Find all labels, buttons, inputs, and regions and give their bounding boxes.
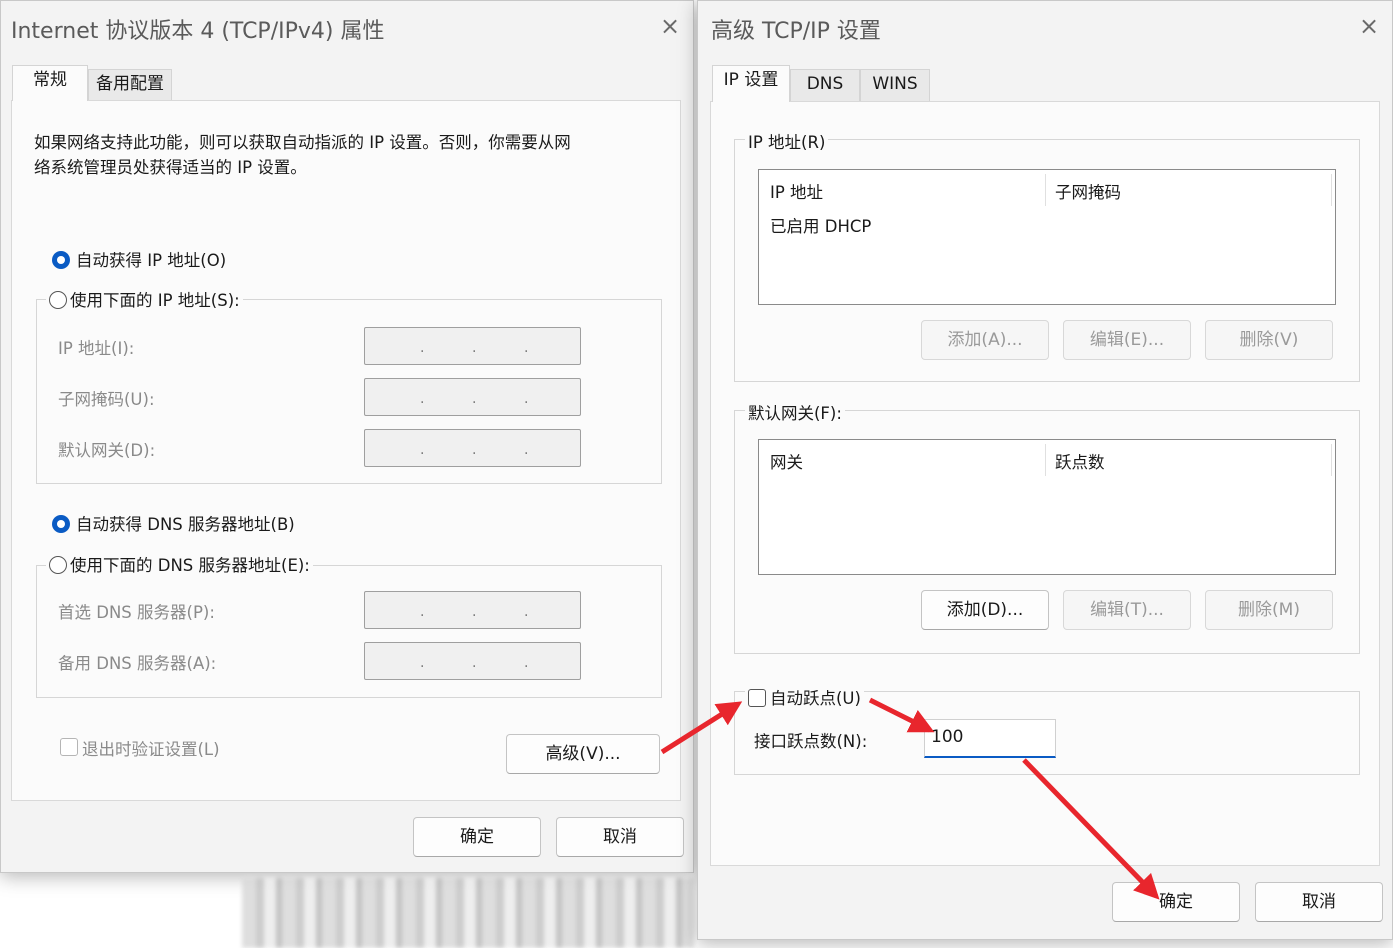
ip-address-label: IP 地址(I): — [58, 339, 135, 358]
manual-dns-radio[interactable] — [49, 556, 67, 574]
validate-on-exit-checkbox[interactable] — [60, 738, 78, 756]
manual-dns-label[interactable]: 使用下面的 DNS 服务器地址(E): — [70, 556, 310, 575]
description-line-2: 络系统管理员处获得适当的 IP 设置。 — [34, 158, 307, 177]
manual-dns-legend: 使用下面的 DNS 服务器地址(E): — [46, 552, 313, 576]
alternate-dns-field[interactable]: ... — [364, 642, 581, 680]
ip-add-button[interactable]: 添加(A)... — [921, 320, 1049, 360]
blurred-background-text — [242, 878, 694, 948]
gw-delete-button[interactable]: 删除(M) — [1205, 590, 1333, 630]
column-divider — [1045, 444, 1046, 476]
column-divider — [1331, 444, 1332, 476]
tab-general[interactable]: 常规 — [12, 65, 88, 101]
gw-edit-button[interactable]: 编辑(T)... — [1063, 590, 1191, 630]
interface-metric-label: 接口跃点数(N): — [754, 732, 868, 751]
auto-metric-legend: 自动跃点(U) — [745, 685, 864, 709]
close-icon[interactable]: × — [658, 14, 682, 38]
close-icon[interactable]: × — [1357, 14, 1381, 38]
auto-ip-radio[interactable] — [52, 251, 70, 269]
ip-address-group-label: IP 地址(R) — [745, 129, 829, 153]
ip-col-mask[interactable]: 子网掩码 — [1055, 179, 1121, 203]
manual-ip-label[interactable]: 使用下面的 IP 地址(S): — [70, 291, 240, 310]
auto-metric-checkbox[interactable] — [748, 689, 766, 707]
auto-ip-label[interactable]: 自动获得 IP 地址(O) — [76, 247, 226, 271]
auto-dns-radio[interactable] — [52, 515, 70, 533]
ip-row-dhcp[interactable]: 已启用 DHCP — [770, 213, 871, 237]
cancel-button[interactable]: 取消 — [556, 817, 684, 857]
column-divider — [1331, 174, 1332, 206]
preferred-dns-label: 首选 DNS 服务器(P): — [58, 603, 215, 622]
ip-settings-panel: IP 地址(R) IP 地址 子网掩码 已启用 DHCP 添加(A)... 编辑… — [710, 101, 1380, 866]
advanced-button[interactable]: 高级(V)... — [506, 734, 660, 774]
gateway-list[interactable]: 网关 跃点数 — [758, 439, 1336, 575]
ip-address-list[interactable]: IP 地址 子网掩码 已启用 DHCP — [758, 169, 1336, 305]
default-gateway-label: 默认网关(D): — [58, 441, 156, 460]
dialog-title: Internet 协议版本 4 (TCP/IPv4) 属性 — [11, 19, 385, 44]
manual-ip-legend: 使用下面的 IP 地址(S): — [46, 287, 243, 311]
default-gateway-field[interactable]: ... — [364, 429, 581, 467]
dialog-title: 高级 TCP/IP 设置 — [711, 19, 881, 44]
ipv4-properties-dialog: Internet 协议版本 4 (TCP/IPv4) 属性 × 常规 备用配置 … — [0, 0, 694, 873]
alternate-dns-label: 备用 DNS 服务器(A): — [58, 654, 217, 673]
preferred-dns-field[interactable]: ... — [364, 591, 581, 629]
ip-edit-button[interactable]: 编辑(E)... — [1063, 320, 1191, 360]
gw-add-button[interactable]: 添加(D)... — [921, 590, 1049, 630]
subnet-mask-label: 子网掩码(U): — [58, 390, 155, 409]
tab-ip-settings[interactable]: IP 设置 — [712, 65, 790, 102]
advanced-tcpip-dialog: 高级 TCP/IP 设置 × IP 设置 DNS WINS IP 地址(R) I… — [697, 0, 1393, 940]
ip-col-address[interactable]: IP 地址 — [770, 179, 823, 203]
tab-dns[interactable]: DNS — [790, 69, 860, 101]
ip-address-field[interactable]: ... — [364, 327, 581, 365]
gw-col-metric[interactable]: 跃点数 — [1055, 449, 1105, 473]
subnet-mask-field[interactable]: ... — [364, 378, 581, 416]
validate-on-exit-label[interactable]: 退出时验证设置(L) — [82, 736, 220, 760]
gateway-group-label: 默认网关(F): — [745, 400, 845, 424]
ok-button[interactable]: 确定 — [413, 817, 541, 857]
cancel-button[interactable]: 取消 — [1255, 882, 1383, 922]
gw-col-gateway[interactable]: 网关 — [770, 449, 803, 473]
manual-ip-radio[interactable] — [49, 291, 67, 309]
ok-button[interactable]: 确定 — [1112, 882, 1240, 922]
auto-dns-label[interactable]: 自动获得 DNS 服务器地址(B) — [76, 511, 295, 535]
ip-delete-button[interactable]: 删除(V) — [1205, 320, 1333, 360]
column-divider — [1045, 174, 1046, 206]
auto-metric-label[interactable]: 自动跃点(U) — [770, 689, 861, 708]
description-line-1: 如果网络支持此功能，则可以获取自动指派的 IP 设置。否则，你需要从网 — [34, 133, 571, 152]
general-tab-panel: 如果网络支持此功能，则可以获取自动指派的 IP 设置。否则，你需要从网 络系统管… — [11, 100, 681, 801]
tab-wins[interactable]: WINS — [860, 69, 930, 101]
interface-metric-input[interactable]: 100 — [924, 719, 1056, 758]
tab-alternate-config[interactable]: 备用配置 — [88, 69, 172, 100]
